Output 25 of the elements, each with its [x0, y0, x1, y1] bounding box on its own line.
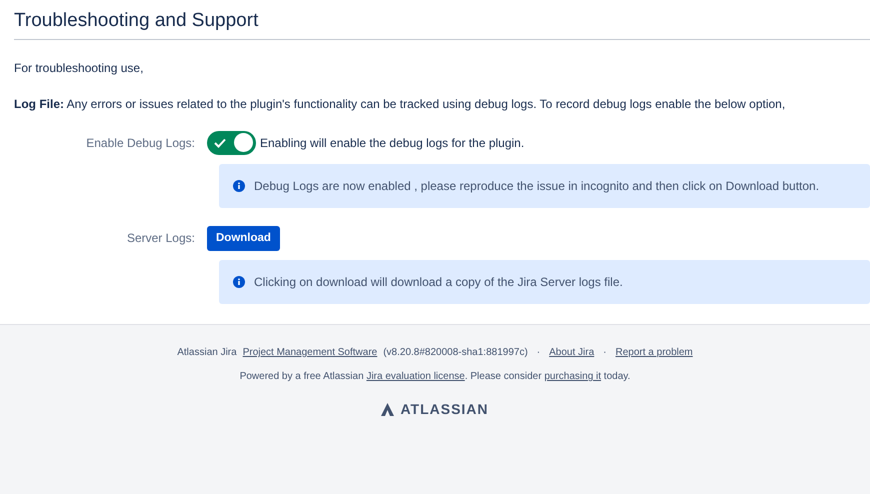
footer-text: Atlassian Jira: [177, 346, 237, 360]
info-message-text: Debug Logs are now enabled , please reproduce the issue in incognito and then click on Download button.: [254, 178, 820, 195]
download-button[interactable]: Download: [207, 226, 280, 252]
footer-link[interactable]: Project Management Software: [242, 345, 378, 360]
footer-link[interactable]: About Jira: [549, 345, 594, 360]
info-icon: [233, 276, 245, 288]
separator-dot: ·: [603, 346, 606, 360]
separator-dot: ·: [536, 346, 540, 360]
setting-label: Server Logs:: [126, 230, 196, 248]
footer-link[interactable]: Jira evaluation license: [366, 371, 465, 382]
debug-logs-toggle[interactable]: [207, 130, 256, 155]
check-icon: [214, 138, 226, 148]
info-message-text: Clicking on download will download a copy of the Jira Server logs file.: [254, 274, 623, 292]
page-title: Troubleshooting and Support: [14, 10, 870, 40]
setting-label: Enable Debug Logs:: [85, 134, 196, 152]
footer-link[interactable]: Report a problem: [616, 345, 693, 360]
info-icon: [233, 180, 245, 192]
footer-link[interactable]: purchasing it: [544, 371, 602, 382]
license-text: Powered by a free Atlassian Jira evaluation license. Please consider purchasing it today.: [238, 370, 632, 384]
log-file-description: Log File: Any errors or issues related to the plugin's functionality can be tracked using debug logs. To record debug logs enable the below option,: [14, 96, 786, 113]
logo-text: ATLASSIAN: [400, 400, 489, 420]
toggle-description: Enabling will enable the debug logs for the plugin.: [260, 134, 524, 152]
intro-text: For troubleshooting use,: [14, 60, 144, 77]
logo-icon: [381, 403, 394, 416]
footer-text: (v8.20.8#820008-sha1:881997c): [383, 346, 528, 360]
